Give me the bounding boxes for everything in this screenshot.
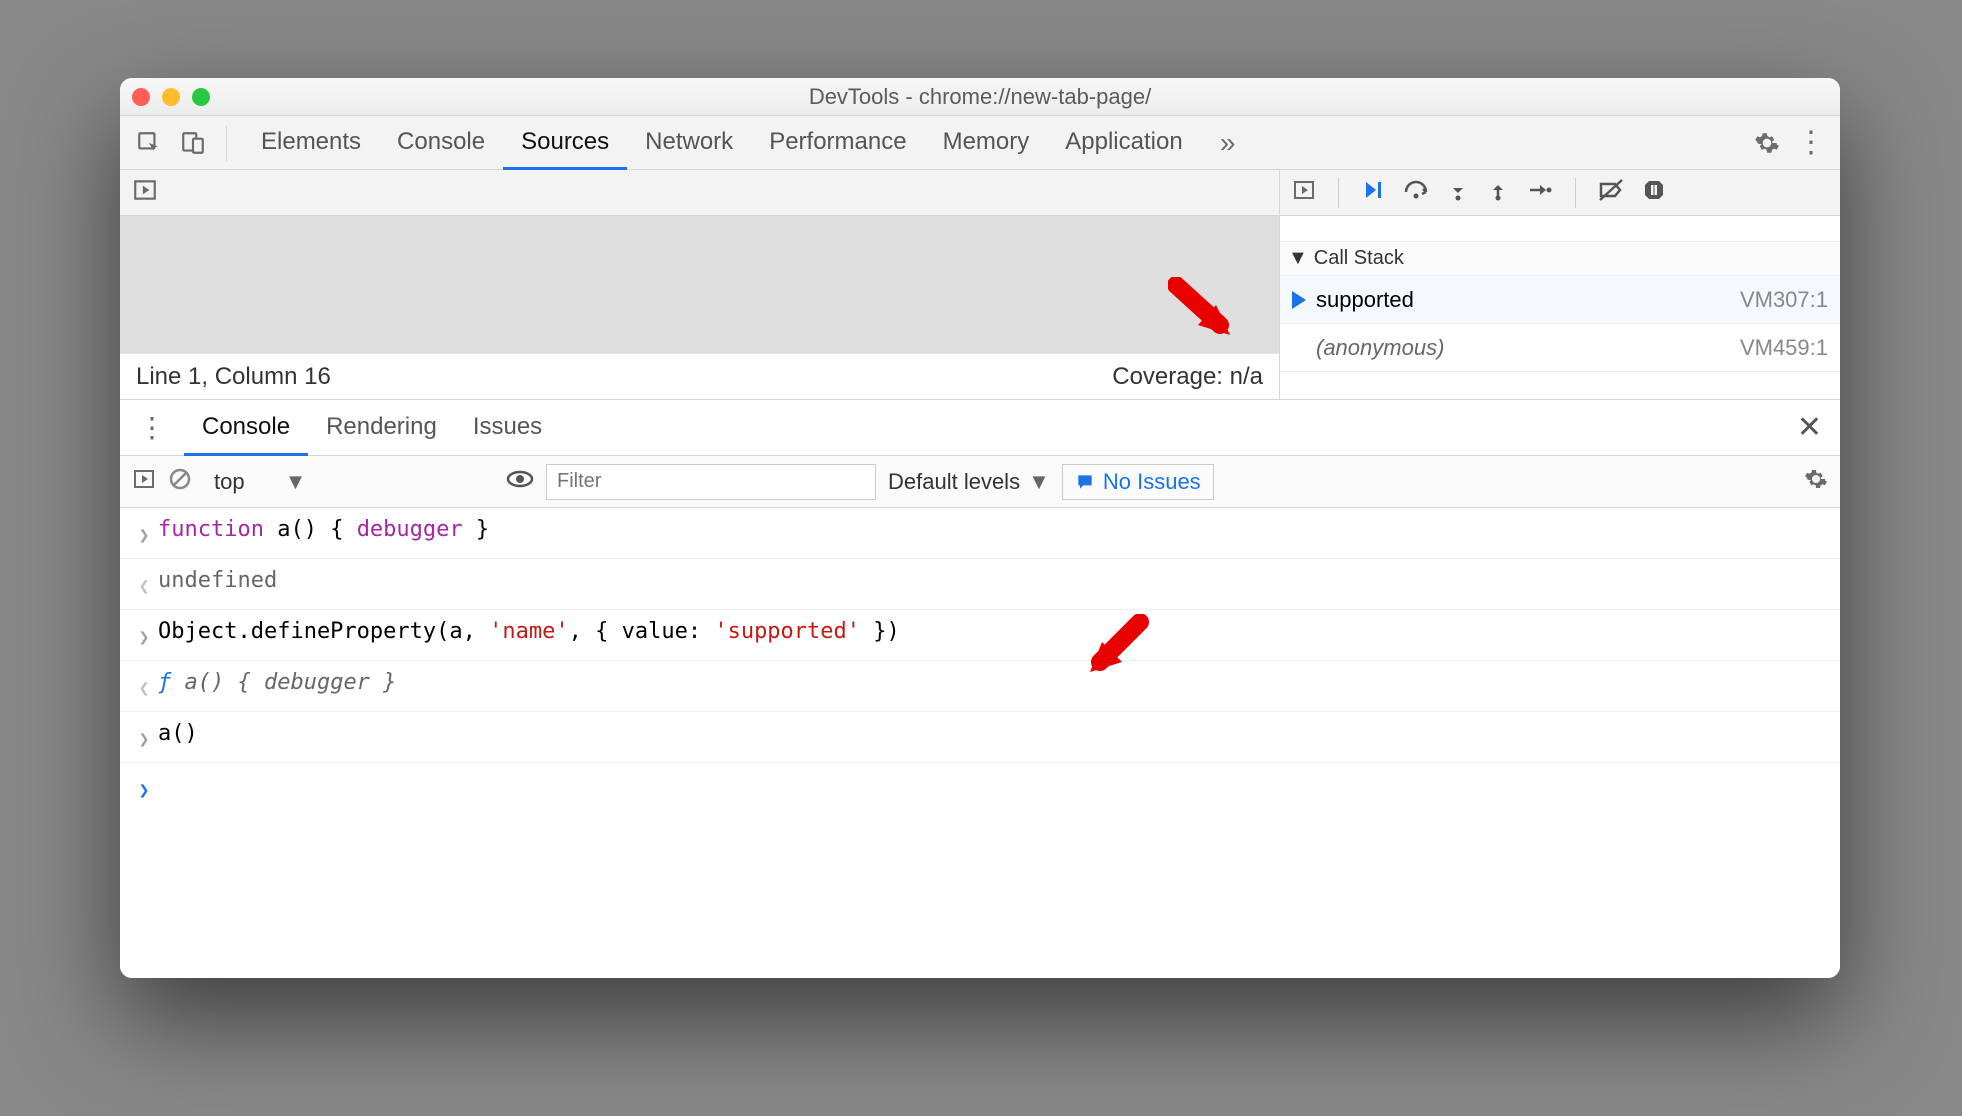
step-icon[interactable] [1527, 178, 1553, 207]
current-frame-icon [1292, 291, 1306, 309]
tab-sources[interactable]: Sources [503, 116, 627, 170]
output-chevron-icon [130, 561, 158, 607]
issues-badge[interactable]: No Issues [1062, 464, 1214, 500]
frame-name: supported [1316, 287, 1414, 313]
console-log[interactable]: function a() { debugger } undefined Object… [120, 508, 1840, 978]
tab-network[interactable]: Network [627, 115, 751, 169]
prompt-chevron-icon [130, 765, 158, 811]
devtools-window: DevTools - chrome://new-tab-page/ Elemen… [120, 78, 1840, 978]
tab-performance[interactable]: Performance [751, 115, 924, 169]
console-text: Object.defineProperty(a, 'name', { value… [158, 612, 900, 652]
console-entry: undefined [120, 559, 1840, 610]
pause-on-exceptions-icon[interactable] [1642, 178, 1666, 207]
tab-application[interactable]: Application [1047, 115, 1200, 169]
chevron-down-icon: ▼ [1028, 469, 1050, 495]
frame-location: VM307:1 [1740, 287, 1828, 313]
kebab-menu-icon[interactable]: ⋮ [1794, 126, 1828, 160]
console-context-selector[interactable]: top ▼ [204, 465, 494, 499]
output-chevron-icon [130, 663, 158, 709]
console-settings-gear-icon[interactable] [1804, 467, 1828, 497]
sources-panel: Line 1, Column 16 Coverage: n/a [120, 170, 1840, 400]
device-toolbar-icon[interactable] [176, 126, 210, 160]
console-entry: a() [120, 712, 1840, 763]
call-stack-header[interactable]: ▼ Call Stack [1280, 242, 1840, 276]
drawer-menu-icon[interactable]: ⋮ [130, 411, 174, 444]
tab-elements[interactable]: Elements [243, 115, 379, 169]
settings-gear-icon[interactable] [1750, 126, 1784, 160]
console-levels-selector[interactable]: Default levels ▼ [888, 469, 1050, 495]
separator [226, 125, 227, 161]
console-sidebar-toggle-icon[interactable] [132, 467, 156, 497]
sources-editor-pane: Line 1, Column 16 Coverage: n/a [120, 170, 1280, 399]
disclosure-triangle-icon: ▼ [1288, 247, 1308, 270]
sources-status-bar: Line 1, Column 16 Coverage: n/a [120, 353, 1279, 399]
clear-console-icon[interactable] [168, 467, 192, 497]
console-text: undefined [158, 561, 277, 601]
drawer-tab-console[interactable]: Console [184, 400, 308, 456]
call-stack-list: supported VM307:1 (anonymous) VM459:1 [1280, 276, 1840, 372]
drawer-tabstrip: ⋮ ConsoleRenderingIssues ✕ [120, 400, 1840, 456]
console-filter-input[interactable] [546, 464, 876, 500]
console-prompt[interactable] [120, 763, 1840, 813]
live-expression-icon[interactable] [506, 469, 534, 495]
call-stack-frame[interactable]: supported VM307:1 [1280, 276, 1840, 324]
call-stack-label: Call Stack [1314, 247, 1404, 270]
sources-editor-toolbar [120, 170, 1279, 216]
titlebar: DevTools - chrome://new-tab-page/ [120, 78, 1840, 116]
tab-memory[interactable]: Memory [925, 115, 1048, 169]
debugger-toolbar [1280, 170, 1840, 216]
step-over-icon[interactable] [1403, 178, 1429, 207]
console-entry: Object.defineProperty(a, 'name', { value… [120, 610, 1840, 661]
console-entry: ƒ a() { debugger } [120, 661, 1840, 712]
drawer: ⋮ ConsoleRenderingIssues ✕ top ▼ Default… [120, 400, 1840, 978]
more-tabs-icon[interactable]: » [1211, 126, 1245, 160]
toggle-sidebar-icon[interactable] [1292, 178, 1316, 207]
window-title: DevTools - chrome://new-tab-page/ [120, 84, 1840, 110]
step-into-icon[interactable] [1447, 178, 1469, 207]
show-navigator-icon[interactable] [132, 177, 158, 208]
coverage-status: Coverage: n/a [1112, 363, 1263, 391]
console-text: function a() { debugger } [158, 510, 489, 550]
input-chevron-icon [130, 510, 158, 556]
frame-location: VM459:1 [1740, 335, 1828, 361]
main-tabstrip: ElementsConsoleSourcesNetworkPerformance… [120, 116, 1840, 170]
input-chevron-icon [130, 612, 158, 658]
tab-console[interactable]: Console [379, 115, 503, 169]
chevron-down-icon: ▼ [285, 469, 307, 495]
resume-icon[interactable] [1361, 178, 1385, 207]
issues-label: No Issues [1103, 469, 1201, 495]
console-levels-label: Default levels [888, 469, 1020, 495]
console-text: ƒ a() { debugger } [158, 663, 396, 703]
console-context-value: top [214, 469, 245, 495]
drawer-close-icon[interactable]: ✕ [1789, 410, 1830, 445]
step-out-icon[interactable] [1487, 178, 1509, 207]
console-text: a() [158, 714, 198, 754]
sources-editor-empty [120, 216, 1279, 353]
frame-name: (anonymous) [1316, 335, 1444, 361]
call-stack-frame[interactable]: (anonymous) VM459:1 [1280, 324, 1840, 372]
debugger-sidebar: ▼ Call Stack supported VM307:1 (anonymous)… [1280, 170, 1840, 399]
inspect-element-icon[interactable] [132, 126, 166, 160]
console-toolbar: top ▼ Default levels ▼ No Issues [120, 456, 1840, 508]
drawer-tab-issues[interactable]: Issues [455, 399, 560, 455]
deactivate-breakpoints-icon[interactable] [1598, 178, 1624, 207]
console-entry: function a() { debugger } [120, 508, 1840, 559]
input-chevron-icon [130, 714, 158, 760]
drawer-tab-rendering[interactable]: Rendering [308, 399, 455, 455]
caret-position: Line 1, Column 16 [136, 363, 331, 391]
debugger-section-strip [1280, 216, 1840, 242]
